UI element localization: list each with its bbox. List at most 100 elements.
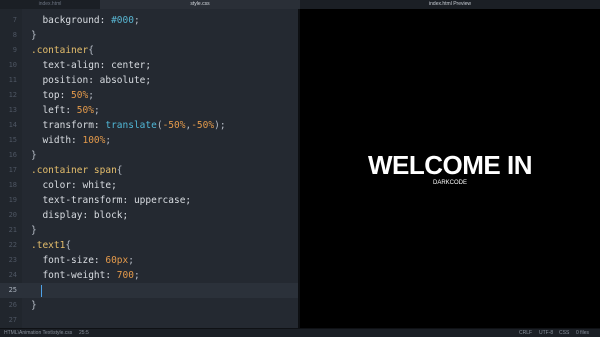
line-number: 24 bbox=[8, 271, 17, 279]
code-token: .container span bbox=[31, 165, 117, 176]
language-mode[interactable]: CSS bbox=[559, 329, 569, 337]
preview-container: Welcome in Darkcode bbox=[300, 151, 600, 188]
code-text: text-transform: uppercase; bbox=[31, 193, 191, 208]
code-text: text-align: center; bbox=[31, 58, 151, 73]
code-text: transform: translate(-50%,-50%); bbox=[31, 118, 225, 133]
code-text: .container{ bbox=[31, 43, 94, 58]
line-number: 25 bbox=[8, 286, 17, 294]
code-line[interactable]: 26} bbox=[0, 298, 300, 313]
code-text: } bbox=[31, 148, 37, 163]
tab-preview[interactable]: index.html Preview bbox=[300, 0, 600, 9]
code-token: } bbox=[31, 225, 37, 236]
line-number: 21 bbox=[8, 226, 17, 234]
code-text: } bbox=[31, 28, 37, 43]
code-line[interactable]: 22 .text1{ bbox=[0, 238, 300, 253]
code-text: position: absolute; bbox=[31, 73, 151, 88]
code-line[interactable]: 17 .container span{ bbox=[0, 163, 300, 178]
line-number: 12 bbox=[8, 91, 17, 99]
code-token: 100% bbox=[82, 135, 106, 146]
code-text: width: 100%; bbox=[31, 133, 111, 148]
code-text: } bbox=[31, 298, 37, 313]
code-token: -50% bbox=[162, 120, 186, 131]
code-line[interactable]: 13 left: 50%; bbox=[0, 103, 300, 118]
code-line[interactable]: 19 text-transform: uppercase; bbox=[0, 193, 300, 208]
preview-title: Welcome in bbox=[368, 150, 533, 180]
code-line[interactable]: 9 .container{ bbox=[0, 43, 300, 58]
code-line[interactable]: 12 top: 50%; bbox=[0, 88, 300, 103]
code-token: font-size: bbox=[31, 255, 106, 266]
file-path[interactable]: HTML\Animation Text\style.css bbox=[4, 329, 72, 337]
code-token: background: bbox=[31, 15, 112, 26]
code-text: .text1{ bbox=[31, 238, 71, 253]
tab-style-css[interactable]: style.css bbox=[100, 0, 301, 9]
line-number: 16 bbox=[8, 151, 17, 159]
code-line[interactable]: 18 color: white; bbox=[0, 178, 300, 193]
line-number: 7 bbox=[12, 16, 17, 24]
code-token: } bbox=[31, 150, 37, 161]
line-number: 14 bbox=[8, 121, 17, 129]
code-text: font-weight: 700; bbox=[31, 268, 140, 283]
code-line[interactable]: 27 bbox=[0, 313, 300, 328]
line-number: 10 bbox=[8, 61, 17, 69]
code-token: 60px bbox=[105, 255, 129, 266]
line-number: 11 bbox=[8, 76, 17, 84]
code-text: left: 50%; bbox=[31, 103, 99, 118]
line-number: 23 bbox=[8, 256, 17, 264]
code-editor[interactable]: 7 background: #000; 8} 9 .container{10 text… bbox=[0, 9, 300, 328]
code-text: color: white; bbox=[31, 178, 117, 193]
tab-index-html[interactable]: index.html bbox=[0, 0, 101, 9]
code-token: ; bbox=[88, 90, 94, 101]
code-token: .text1 bbox=[31, 240, 66, 251]
code-text: .container span{ bbox=[31, 163, 123, 178]
code-token: #000 bbox=[111, 15, 134, 26]
code-line[interactable]: 14 transform: translate(-50%,-50%); bbox=[0, 118, 300, 133]
code-line[interactable]: 7 background: #000; bbox=[0, 13, 300, 28]
code-token: ; bbox=[133, 270, 140, 281]
code-line[interactable]: 16} bbox=[0, 148, 300, 163]
code-text: top: 50%; bbox=[31, 88, 94, 103]
code-token: -50% bbox=[191, 120, 215, 131]
line-number: 26 bbox=[8, 301, 17, 309]
code-token: { bbox=[65, 240, 72, 251]
code-line[interactable]: 11 position: absolute; bbox=[0, 73, 300, 88]
code-line[interactable]: 10 text-align: center; bbox=[0, 58, 300, 73]
code-token: { bbox=[116, 165, 123, 176]
code-text: } bbox=[31, 223, 37, 238]
text-cursor bbox=[41, 285, 42, 297]
line-number: 17 bbox=[8, 166, 17, 174]
code-token: ; bbox=[133, 15, 140, 26]
code-line[interactable]: 24 font-weight: 700; bbox=[0, 268, 300, 283]
code-token: top: bbox=[31, 90, 72, 101]
code-line[interactable]: 8} bbox=[0, 28, 300, 43]
code-line[interactable]: 21} bbox=[0, 223, 300, 238]
code-token: 50% bbox=[76, 105, 94, 116]
line-ending[interactable]: CRLF bbox=[519, 329, 532, 337]
code-token: 700 bbox=[116, 270, 134, 281]
code-line[interactable]: 25 bbox=[0, 283, 300, 298]
code-token: width: bbox=[31, 135, 83, 146]
code-token: ; bbox=[128, 255, 134, 266]
code-token: { bbox=[88, 45, 94, 56]
line-number: 13 bbox=[8, 106, 17, 114]
code-token: translate bbox=[105, 120, 157, 131]
code-token: text-transform: uppercase; bbox=[31, 195, 192, 206]
line-number: 19 bbox=[8, 196, 17, 204]
cursor-position[interactable]: 25:5 bbox=[79, 329, 89, 337]
code-token: color: white; bbox=[31, 180, 117, 191]
preview-pane: Welcome in Darkcode bbox=[300, 9, 600, 328]
code-token: ; bbox=[105, 135, 112, 146]
code-text: font-size: 60px; bbox=[31, 253, 134, 268]
code-token: position: absolute; bbox=[31, 75, 152, 86]
code-token: transform: bbox=[31, 120, 106, 131]
code-token: text-align: center; bbox=[31, 60, 152, 71]
code-line[interactable]: 20 display: block; bbox=[0, 208, 300, 223]
line-number: 20 bbox=[8, 211, 17, 219]
file-count[interactable]: 0 files bbox=[576, 329, 589, 337]
code-token: font-weight: bbox=[31, 270, 117, 281]
editor-window: index.html style.css index.html Preview … bbox=[0, 0, 600, 337]
code-line[interactable]: 23 font-size: 60px; bbox=[0, 253, 300, 268]
code-line[interactable]: 15 width: 100%; bbox=[0, 133, 300, 148]
code-token: left: bbox=[31, 105, 77, 116]
encoding[interactable]: UTF-8 bbox=[539, 329, 553, 337]
line-number: 27 bbox=[8, 316, 17, 324]
